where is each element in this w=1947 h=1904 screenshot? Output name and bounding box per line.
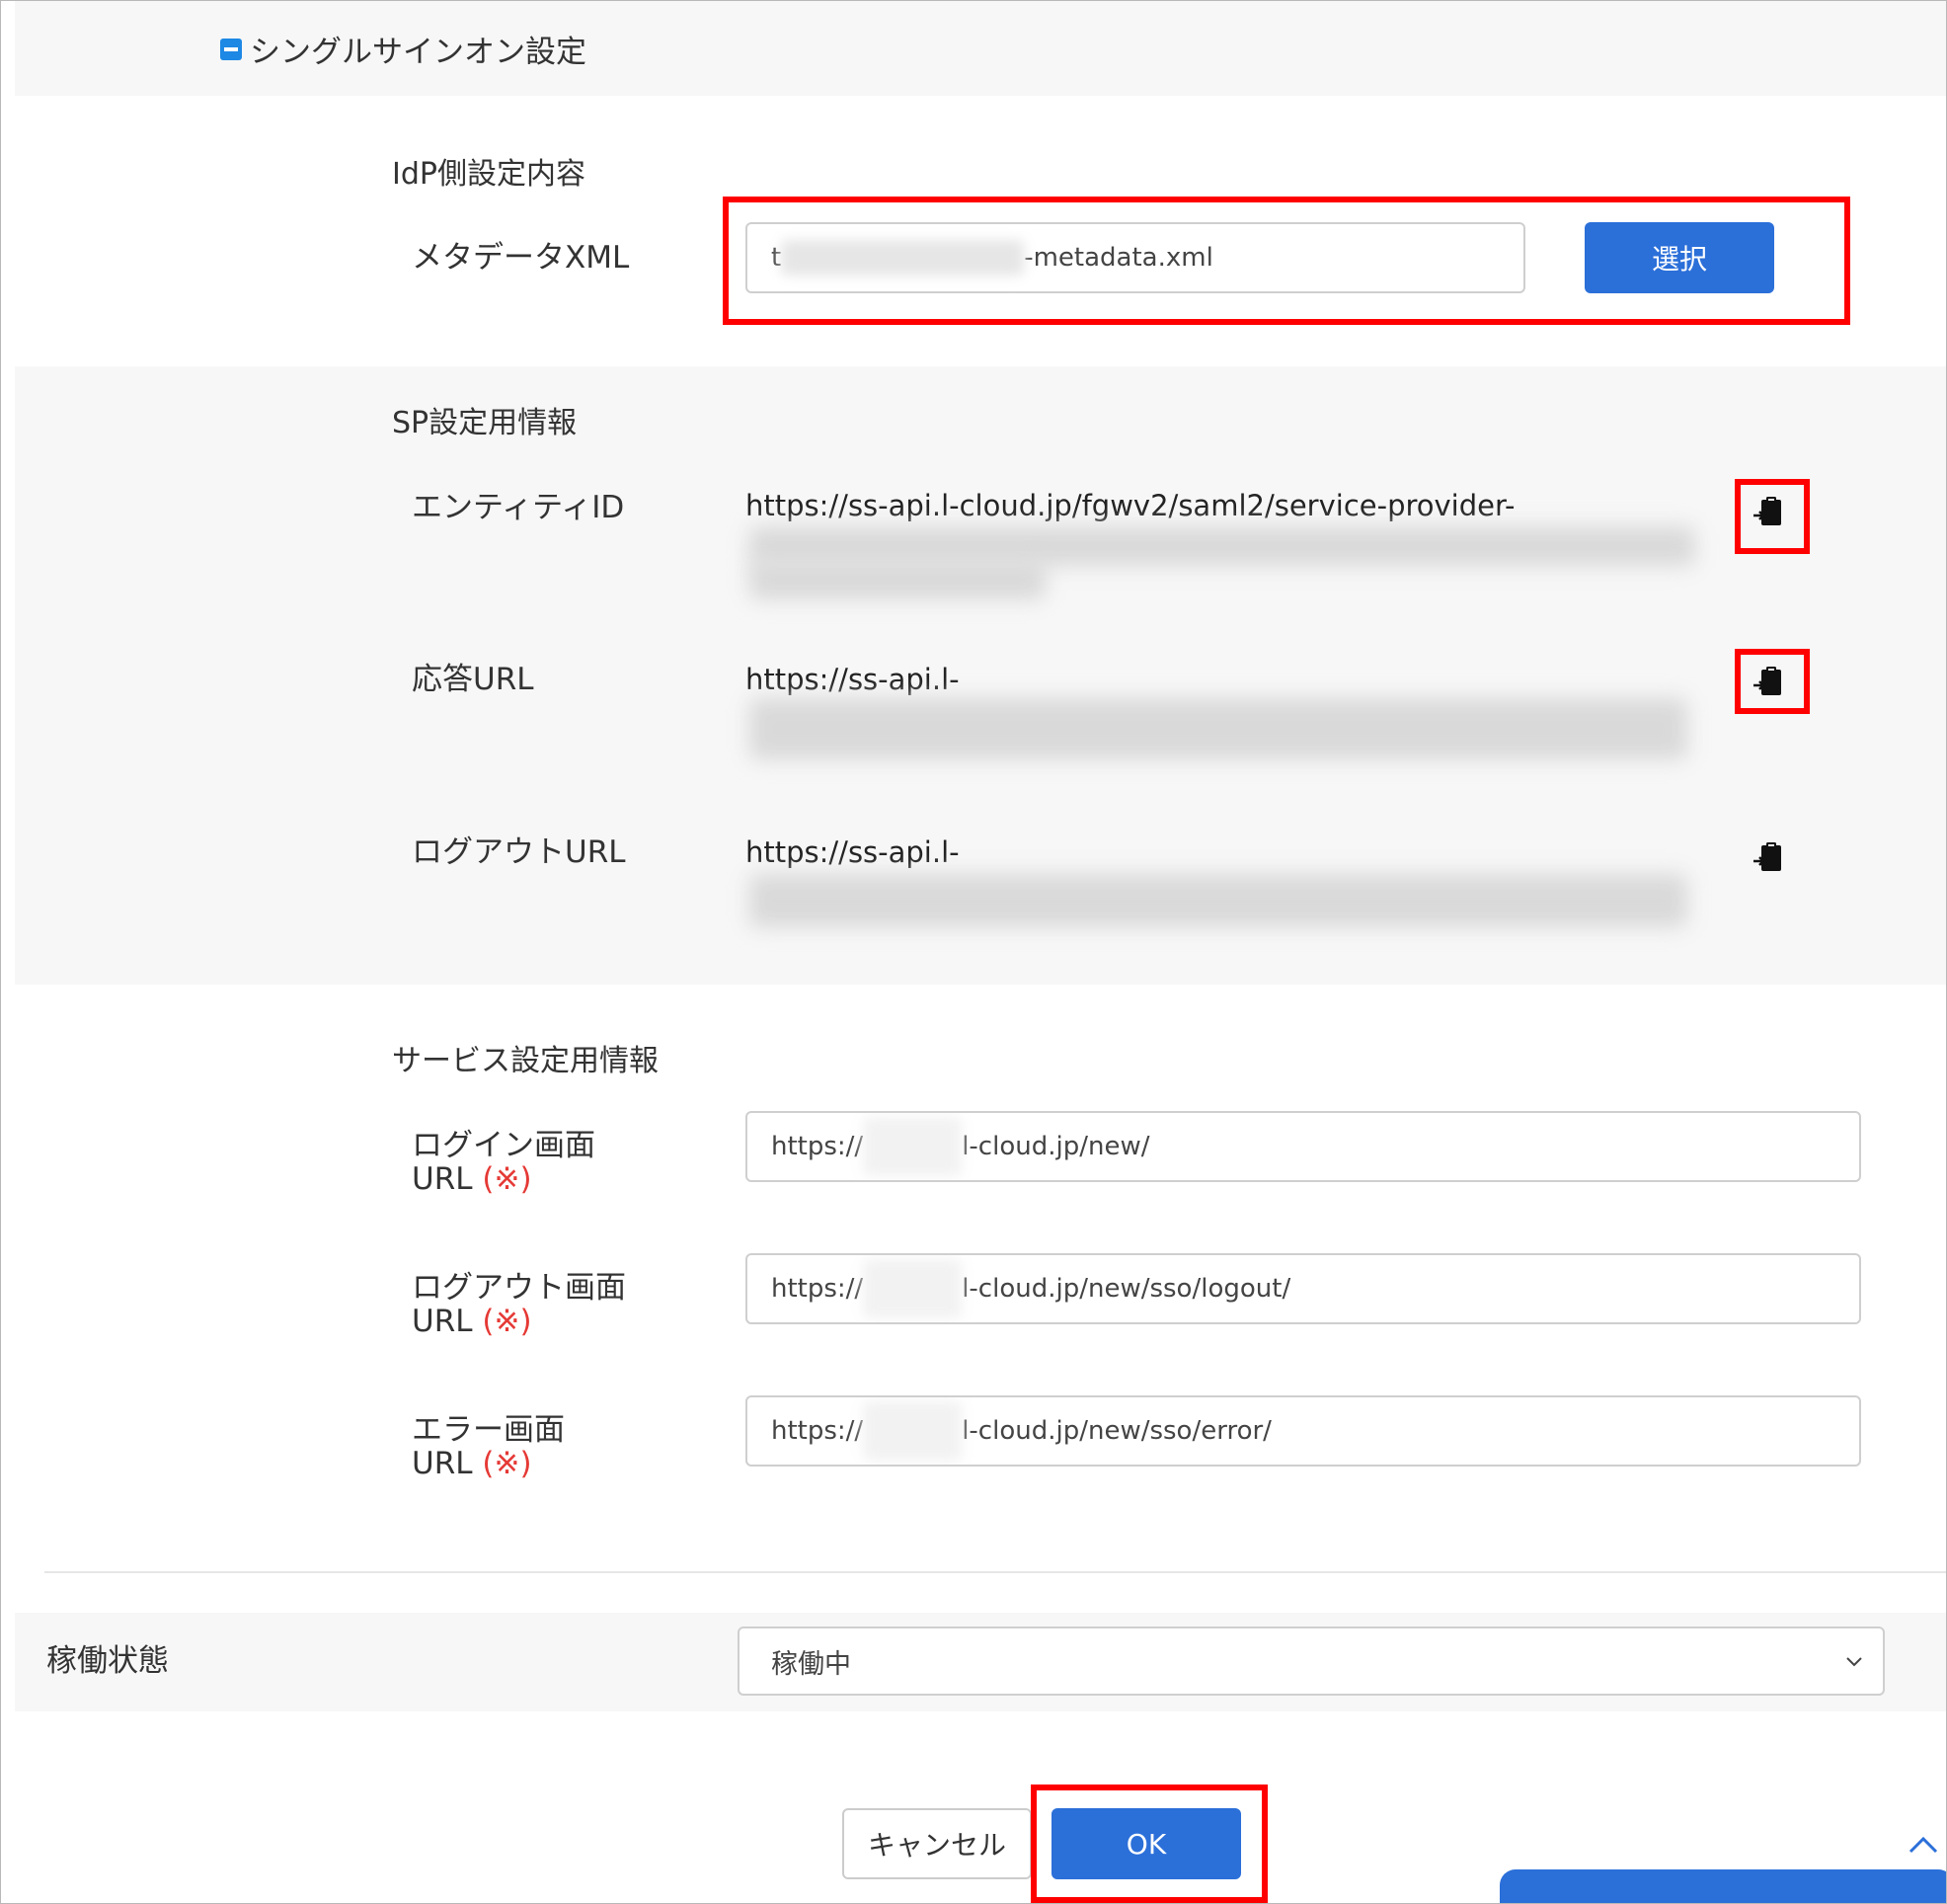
login-label-line1: ログイン画面: [412, 1128, 595, 1163]
logout-url-suffix: l-cloud.jp/new/sso/logout/: [962, 1274, 1291, 1304]
url-prefix: https://: [771, 1274, 864, 1304]
status-label: 稼働状態: [46, 1643, 169, 1679]
status-select[interactable]: 稼働中: [738, 1626, 1885, 1696]
required-mark: (※): [482, 1446, 532, 1481]
reply-url-value: https://ss-api.l-: [745, 663, 960, 696]
redacted-segment: [863, 1401, 963, 1461]
error-label-line1: エラー画面: [412, 1412, 565, 1448]
entity-id-label: エンティティID: [412, 490, 625, 525]
redacted-segment: [781, 240, 1025, 276]
metadata-file-prefix: t: [771, 243, 782, 273]
error-url-suffix: l-cloud.jp/new/sso/error/: [962, 1416, 1272, 1446]
metadata-file-field[interactable]: t -metadata.xml: [745, 222, 1525, 293]
status-selected-value: 稼働中: [771, 1648, 851, 1680]
logout-url-label: ログアウトURL: [412, 834, 626, 870]
url-label: URL: [412, 1304, 473, 1339]
required-mark: (※): [482, 1304, 532, 1339]
chevron-up-icon[interactable]: [1907, 1830, 1940, 1860]
error-label-line2: URL (※): [412, 1447, 565, 1480]
login-label-line2: URL (※): [412, 1162, 595, 1196]
redacted-logout-url: [749, 874, 1687, 927]
error-screen-url-label: エラー画面 URL (※): [412, 1413, 565, 1480]
url-label: URL: [412, 1446, 473, 1481]
reply-url-label: 応答URL: [412, 662, 534, 697]
idp-group-title: IdP側設定内容: [392, 157, 585, 192]
login-url-suffix: l-cloud.jp/new/: [962, 1132, 1150, 1161]
section-divider: [44, 1571, 1946, 1573]
logout-label-line2: URL (※): [412, 1305, 626, 1338]
entity-id-value: https://ss-api.l-cloud.jp/fgwv2/saml2/se…: [745, 489, 1516, 522]
url-label: URL: [412, 1161, 473, 1197]
clipboard-copy-icon[interactable]: [1752, 495, 1786, 528]
sp-group-title: SP設定用情報: [392, 406, 578, 440]
metadata-file-suffix: -metadata.xml: [1024, 243, 1213, 273]
logout-screen-url-label: ログアウト画面 URL (※): [412, 1271, 626, 1338]
url-prefix: https://: [771, 1132, 864, 1161]
redacted-segment: [863, 1259, 963, 1318]
collapse-toggle-icon[interactable]: [220, 39, 242, 60]
login-url-label: ログイン画面 URL (※): [412, 1129, 595, 1196]
redacted-entity-id-2: [749, 560, 1046, 599]
cancel-button[interactable]: キャンセル: [842, 1808, 1032, 1879]
ok-button[interactable]: OK: [1051, 1808, 1241, 1879]
select-file-button[interactable]: 選択: [1585, 222, 1774, 293]
bottom-panel-tab[interactable]: [1500, 1869, 1946, 1903]
clipboard-copy-icon[interactable]: [1752, 840, 1786, 874]
required-mark: (※): [482, 1161, 532, 1197]
service-group-title: サービス設定用情報: [392, 1044, 659, 1078]
logout-label-line1: ログアウト画面: [412, 1270, 626, 1306]
chevron-down-icon: [1846, 1657, 1862, 1667]
metadata-xml-label: メタデータXML: [412, 240, 630, 276]
logout-url-value: https://ss-api.l-: [745, 835, 960, 869]
logout-screen-url-input[interactable]: https:// l-cloud.jp/new/sso/logout/: [745, 1253, 1861, 1324]
redacted-reply-url: [749, 698, 1687, 759]
error-screen-url-input[interactable]: https:// l-cloud.jp/new/sso/error/: [745, 1395, 1861, 1467]
url-prefix: https://: [771, 1416, 864, 1446]
sso-settings-panel: シングルサインオン設定 IdP側設定内容 メタデータXML t -metadat…: [0, 0, 1947, 1904]
redacted-segment: [863, 1117, 963, 1176]
clipboard-copy-icon[interactable]: [1752, 665, 1786, 698]
section-title: シングルサインオン設定: [250, 35, 586, 70]
login-url-input[interactable]: https:// l-cloud.jp/new/: [745, 1111, 1861, 1182]
